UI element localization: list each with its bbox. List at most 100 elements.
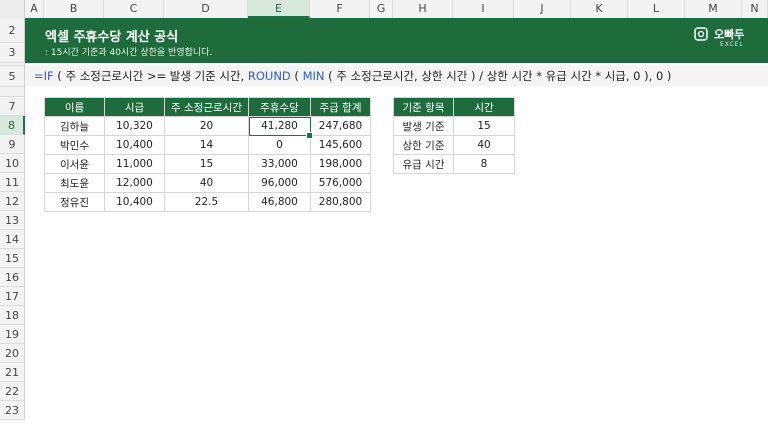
column-header-g[interactable]: G — [370, 0, 393, 18]
table-row: 발생 기준 15 — [393, 116, 515, 136]
row-header-6[interactable]: 6 — [0, 87, 25, 97]
row-header-15[interactable]: 15 — [0, 249, 25, 268]
page-subtitle: : 15시간 기준과 40시간 상한을 반영합니다. — [45, 48, 213, 58]
column-header-c[interactable]: C — [104, 0, 164, 18]
cell-holiday-allowance[interactable]: 46,800 — [248, 192, 311, 212]
row-header-22[interactable]: 22 — [0, 382, 25, 401]
cell-weekly-total[interactable]: 198,000 — [310, 154, 371, 174]
table-row: 이서윤 11,000 15 33,000 198,000 — [44, 154, 371, 174]
column-header-bar: A B C D E F G H I J K L M N — [0, 0, 768, 19]
column-header-m[interactable]: M — [685, 0, 742, 18]
row-header-5[interactable]: 5 — [0, 66, 25, 87]
formula-part-4: ( — [290, 69, 303, 83]
column-header-a[interactable]: A — [25, 0, 44, 18]
header-weekly-hours[interactable]: 주 소정근로시간 — [164, 97, 249, 117]
cell-name[interactable]: 김하늘 — [44, 116, 105, 136]
cell-criteria-item[interactable]: 발생 기준 — [393, 116, 454, 136]
cell-criteria-item[interactable]: 유급 시간 — [393, 154, 454, 174]
header-weekly-total[interactable]: 주급 합계 — [310, 97, 371, 117]
cell-criteria-item[interactable]: 상한 기준 — [393, 135, 454, 155]
cell-name[interactable]: 정유진 — [44, 192, 105, 212]
row-header-12[interactable]: 12 — [0, 192, 25, 211]
criteria-table-header-row: 기준 항목 시간 — [393, 97, 515, 117]
table-row: 최도윤 12,000 40 96,000 576,000 — [44, 173, 371, 193]
cell-hourly-wage[interactable]: 10,320 — [104, 116, 165, 136]
cell-weekly-hours[interactable]: 40 — [164, 173, 249, 193]
row-header-20[interactable]: 20 — [0, 344, 25, 363]
column-header-k[interactable]: K — [571, 0, 628, 18]
row-header-11[interactable]: 11 — [0, 173, 25, 192]
title-banner: 엑셀 주휴수당 계산 공식 : 15시간 기준과 40시간 상한을 반영합니다.… — [25, 18, 768, 63]
row-header-8[interactable]: 8 — [0, 116, 25, 135]
column-header-i[interactable]: I — [453, 0, 514, 18]
column-header-e[interactable]: E — [248, 0, 310, 18]
table-row: 박민수 10,400 14 0 145,600 — [44, 135, 371, 155]
cell-holiday-allowance-active[interactable]: 41,280 — [248, 116, 311, 136]
cell-hours[interactable]: 8 — [453, 154, 515, 174]
column-header-l[interactable]: L — [628, 0, 685, 18]
column-header-n[interactable]: N — [742, 0, 768, 18]
formula-part-2: ( 주 소정근로시간 >= 발생 기준 시간, — [53, 69, 248, 83]
cell-hourly-wage[interactable]: 11,000 — [104, 154, 165, 174]
brand-logo-subtext: EXCEL — [720, 41, 744, 48]
brand-logo-icon — [694, 27, 708, 41]
column-header-h[interactable]: H — [393, 0, 453, 18]
cell-hours[interactable]: 40 — [453, 135, 515, 155]
row-header-3[interactable]: 3 — [0, 43, 25, 63]
header-hourly-wage[interactable]: 시급 — [104, 97, 165, 117]
row-header-10[interactable]: 10 — [0, 154, 25, 173]
cell-hourly-wage[interactable]: 10,400 — [104, 135, 165, 155]
row-header-23[interactable]: 23 — [0, 401, 25, 420]
row-header-2[interactable]: 2 — [0, 18, 25, 43]
cell-hourly-wage[interactable]: 12,000 — [104, 173, 165, 193]
page-title: 엑셀 주휴수당 계산 공식 — [45, 30, 179, 45]
table-row: 유급 시간 8 — [393, 154, 515, 174]
cell-holiday-allowance[interactable]: 33,000 — [248, 154, 311, 174]
brand-logo: 오빠두 EXCEL — [694, 24, 754, 54]
cell-weekly-hours[interactable]: 15 — [164, 154, 249, 174]
row-header-19[interactable]: 19 — [0, 325, 25, 344]
cell-weekly-hours[interactable]: 14 — [164, 135, 249, 155]
cell-holiday-allowance[interactable]: 0 — [248, 135, 311, 155]
cell-name[interactable]: 이서윤 — [44, 154, 105, 174]
cell-weekly-hours[interactable]: 22.5 — [164, 192, 249, 212]
brand-logo-name: 오빠두 — [714, 28, 745, 41]
cell-name[interactable]: 최도윤 — [44, 173, 105, 193]
table-row: 김하늘 10,320 20 41,280 247,680 — [44, 116, 371, 136]
cell-weekly-total[interactable]: 145,600 — [310, 135, 371, 155]
header-name[interactable]: 이름 — [44, 97, 105, 117]
cell-weekly-total[interactable]: 280,800 — [310, 192, 371, 212]
column-header-j[interactable]: J — [514, 0, 571, 18]
column-header-d[interactable]: D — [164, 0, 248, 18]
row-header-14[interactable]: 14 — [0, 230, 25, 249]
cell-weekly-total[interactable]: 247,680 — [310, 116, 371, 136]
formula-part-6: ( 주 소정근로시간, 상한 시간 ) / 상한 시간 * 유급 시간 * 시급… — [324, 69, 672, 83]
formula-text: =IF ( 주 소정근로시간 >= 발생 기준 시간, ROUND ( MIN … — [34, 68, 671, 84]
row-header-7[interactable]: 7 — [0, 97, 25, 116]
column-header-f[interactable]: F — [310, 0, 370, 18]
table-row: 상한 기준 40 — [393, 135, 515, 155]
row-header-21[interactable]: 21 — [0, 363, 25, 382]
cell-weekly-total[interactable]: 576,000 — [310, 173, 371, 193]
row-header-17[interactable]: 17 — [0, 287, 25, 306]
table-row: 정유진 10,400 22.5 46,800 280,800 — [44, 192, 371, 212]
cell-holiday-allowance[interactable]: 96,000 — [248, 173, 311, 193]
header-hours[interactable]: 시간 — [453, 97, 515, 117]
cell-name[interactable]: 박민수 — [44, 135, 105, 155]
criteria-table: 기준 항목 시간 발생 기준 15 상한 기준 40 유급 시간 8 — [393, 97, 515, 174]
column-header-b[interactable]: B — [44, 0, 104, 18]
row-header-13[interactable]: 13 — [0, 211, 25, 230]
cell-hours[interactable]: 15 — [453, 116, 515, 136]
cell-weekly-hours[interactable]: 20 — [164, 116, 249, 136]
row-header-18[interactable]: 18 — [0, 306, 25, 325]
fill-handle[interactable] — [306, 132, 313, 139]
row-header-16[interactable]: 16 — [0, 268, 25, 287]
formula-if: =IF — [34, 69, 54, 83]
row-header-9[interactable]: 9 — [0, 135, 25, 154]
header-criteria-item[interactable]: 기준 항목 — [393, 97, 454, 117]
header-holiday-allowance[interactable]: 주휴수당 — [248, 97, 311, 117]
cell-hourly-wage[interactable]: 10,400 — [104, 192, 165, 212]
select-all-corner[interactable] — [0, 0, 25, 18]
formula-round: ROUND — [247, 69, 291, 83]
formula-min: MIN — [302, 69, 325, 83]
